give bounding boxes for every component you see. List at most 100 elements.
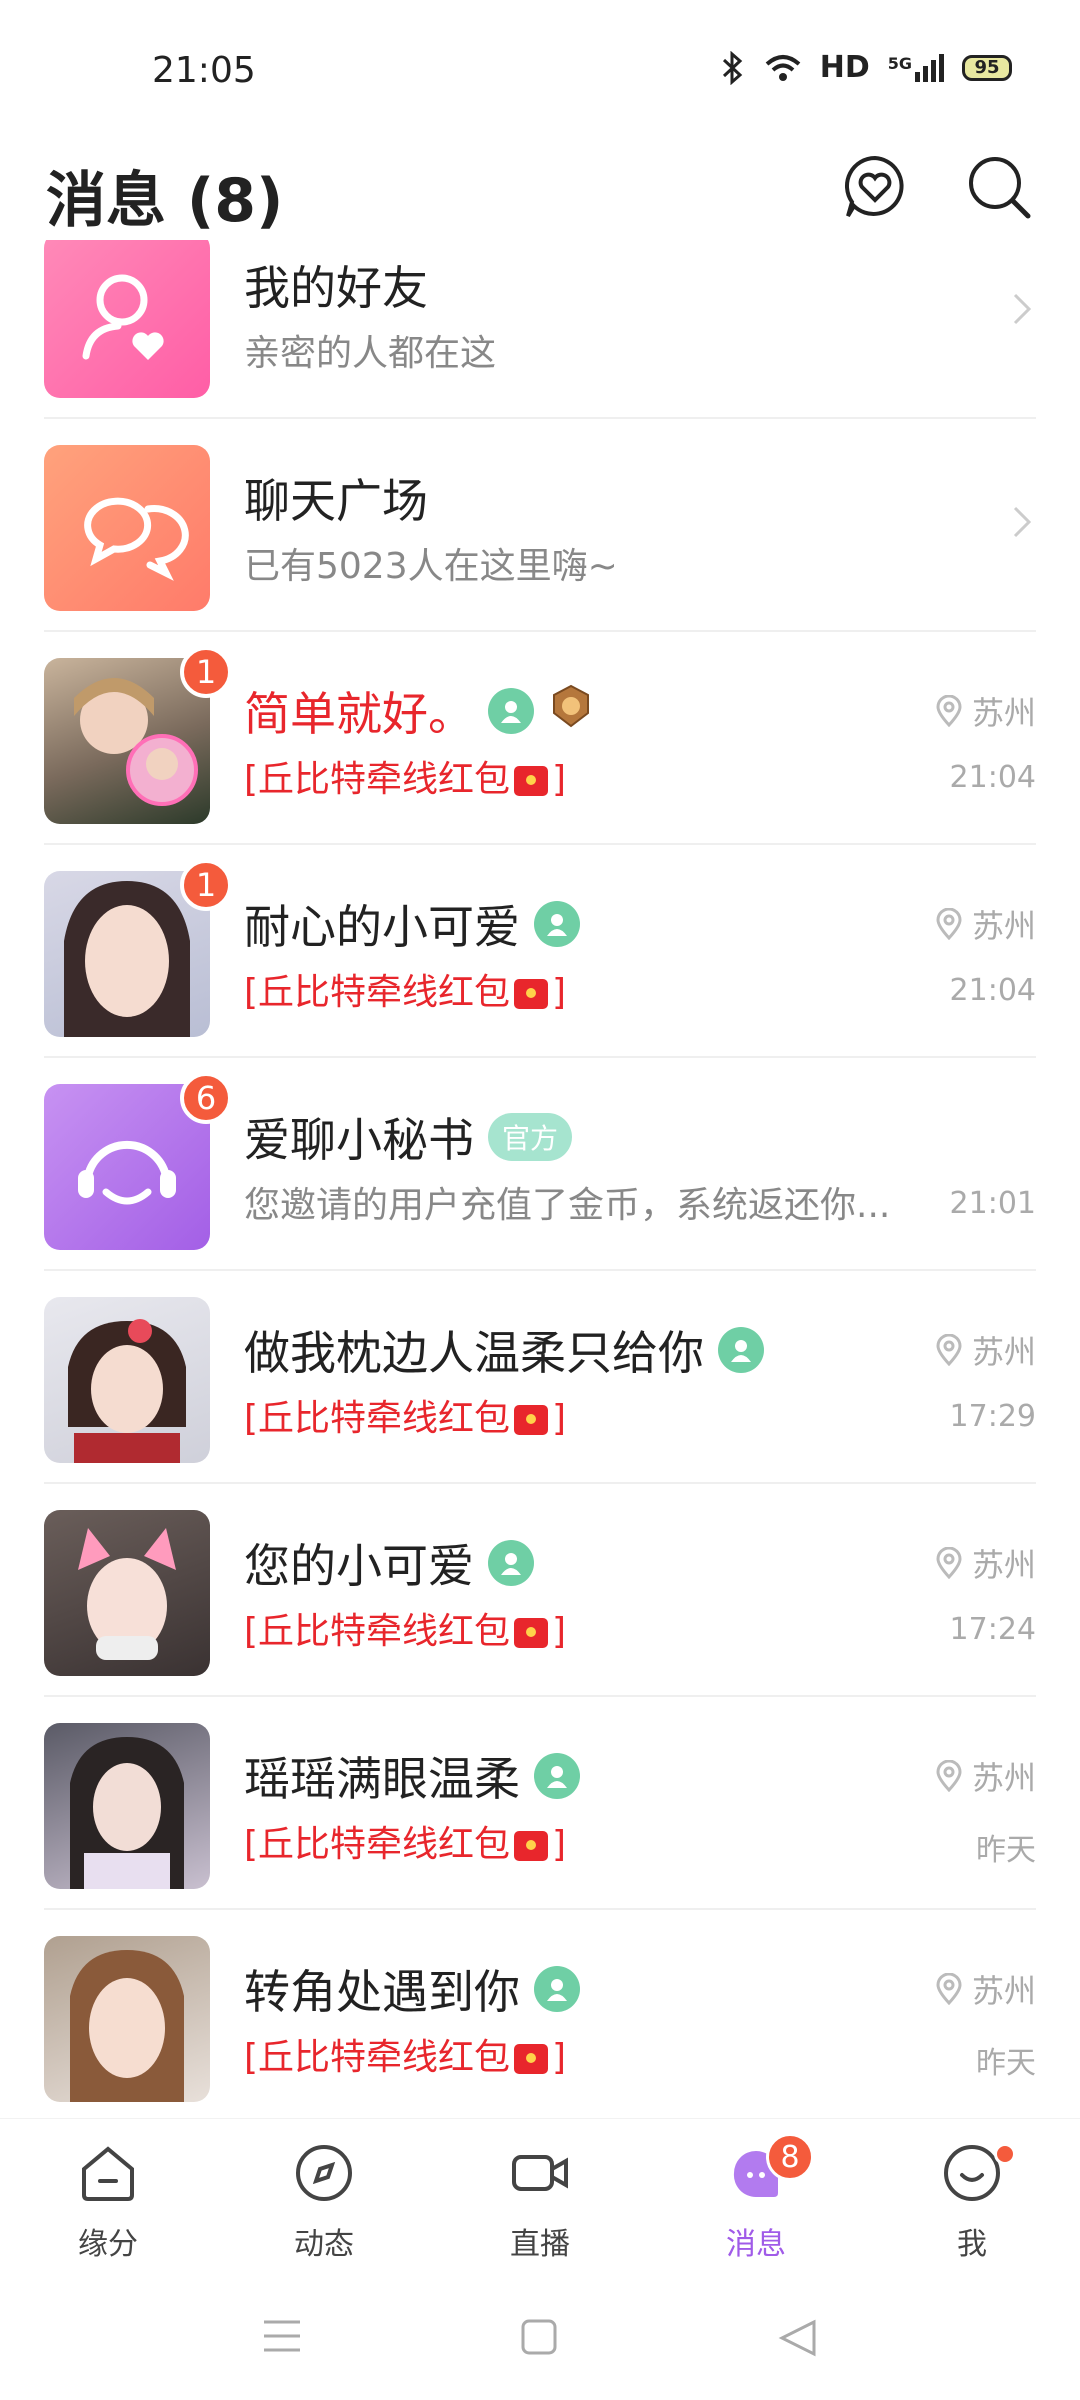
location: 苏州 (936, 688, 1036, 734)
preview-end: ] (552, 1824, 567, 1865)
preview-end: ] (552, 2037, 567, 2078)
friends-icon (44, 240, 210, 398)
location-pin-icon (936, 1973, 962, 2005)
search-button[interactable] (966, 154, 1032, 220)
timestamp: 21:04 (949, 760, 1036, 795)
chat-square-subtitle: 已有5023人在这里嗨~ (244, 546, 618, 587)
location-pin-icon (936, 695, 962, 727)
compass-icon (296, 2145, 352, 2201)
conversation-item[interactable]: 您的小可爱 [丘比特牵线红包] 苏州 17:24 (0, 1484, 1080, 1697)
timestamp: 21:01 (949, 1186, 1036, 1221)
conversation-item[interactable]: 6 爱聊小秘书 官方 您邀请的用户充值了金币，系统返还你... 21:01 (0, 1058, 1080, 1271)
conversation-name: 您的小可爱 (244, 1530, 534, 1596)
bluetooth-icon (722, 50, 742, 85)
signal-icon: 5G (887, 53, 944, 82)
bottom-tab-bar: 缘分 动态 直播 8 消息 我 (0, 2118, 1080, 2268)
tab-label: 动态 (294, 2227, 354, 2262)
conversation-name-text: 简单就好。 (244, 687, 474, 741)
preview-text: [丘比特牵线红包 (244, 1824, 511, 1865)
red-packet-icon (514, 1831, 549, 1861)
preview-end: ] (552, 1611, 567, 1652)
chat-square-entry[interactable]: 聊天广场 已有5023人在这里嗨~ (0, 419, 1080, 632)
tab-label: 直播 (510, 2227, 570, 2262)
location-text: 苏州 (971, 1759, 1036, 1797)
verified-icon (534, 1753, 580, 1799)
battery-icon: 95 (962, 54, 1012, 81)
home-icon (82, 2146, 134, 2201)
conversation-preview: [丘比特牵线红包] (244, 1815, 566, 1867)
timestamp: 17:24 (949, 1612, 1036, 1647)
conversation-name: 耐心的小可爱 (244, 891, 580, 957)
tab-fate[interactable]: 缘分 (48, 2141, 168, 2263)
conversation-name: 做我枕边人温柔只给你 (244, 1317, 764, 1383)
avatar (44, 1723, 210, 1889)
tab-label: 我 (957, 2227, 987, 2262)
system-nav-bar (0, 2268, 1080, 2400)
conversation-name: 转角处遇到你 (244, 1956, 580, 2022)
location-text: 苏州 (971, 907, 1036, 945)
avatar (44, 1510, 210, 1676)
video-icon (512, 2155, 568, 2191)
page-title: 消息 (8) (46, 166, 284, 236)
red-packet-icon (514, 2044, 549, 2074)
message-list[interactable]: 我的好友 亲密的人都在这 聊天广场 已有5023人在这里嗨~ 1 简单就好。 [… (0, 240, 1080, 2116)
conversation-name: 简单就好。 (244, 678, 594, 744)
chevron-right-icon (1013, 506, 1032, 538)
red-packet-icon (514, 1618, 549, 1648)
tab-live[interactable]: 直播 (480, 2141, 600, 2263)
preview-text: [丘比特牵线红包 (244, 972, 511, 1013)
back-icon[interactable] (778, 2318, 818, 2358)
conversation-name-text: 做我枕边人温柔只给你 (244, 1326, 704, 1380)
tab-me[interactable]: 我 (912, 2141, 1032, 2263)
conversation-item[interactable]: 1 简单就好。 [丘比特牵线红包] 苏州 21:04 (0, 632, 1080, 845)
chat-square-icon (44, 445, 210, 611)
search-icon (969, 157, 1031, 219)
verified-icon (534, 901, 580, 947)
heart-chat-icon (844, 155, 904, 218)
signal-type: 5G (887, 53, 912, 73)
red-packet-icon (514, 766, 549, 796)
heart-chat-button[interactable] (842, 154, 908, 220)
location: 苏州 (936, 1753, 1036, 1799)
red-packet-icon (514, 979, 549, 1009)
conversation-name-text: 瑶瑶满眼温柔 (244, 1752, 520, 1806)
rank-medal-icon (548, 683, 594, 740)
timestamp: 21:04 (949, 973, 1036, 1008)
menu-icon[interactable] (262, 2318, 302, 2354)
avatar (44, 1297, 210, 1463)
preview-end: ] (552, 1398, 567, 1439)
avatar (44, 1936, 210, 2102)
wifi-icon (765, 54, 801, 81)
location-pin-icon (936, 1760, 962, 1792)
friends-title: 我的好友 (244, 261, 428, 315)
location-pin-icon (936, 1334, 962, 1366)
conversation-item[interactable]: 做我枕边人温柔只给你 [丘比特牵线红包] 苏州 17:29 (0, 1271, 1080, 1484)
location: 苏州 (936, 1966, 1036, 2012)
tab-label: 消息 (726, 2227, 786, 2262)
chat-square-title: 聊天广场 (244, 474, 428, 528)
preview-end: ] (552, 972, 567, 1013)
location-text: 苏州 (971, 1546, 1036, 1584)
conversation-preview: [丘比特牵线红包] (244, 2028, 566, 2080)
notification-dot (994, 2143, 1016, 2165)
network-type: HD (819, 50, 870, 85)
conversation-preview: [丘比特牵线红包] (244, 963, 566, 1015)
tab-messages[interactable]: 8 消息 (696, 2133, 816, 2263)
friends-entry[interactable]: 我的好友 亲密的人都在这 (0, 240, 1080, 419)
timestamp: 昨天 (976, 1833, 1036, 1868)
conversation-preview: 您邀请的用户充值了金币，系统返还你... (244, 1185, 891, 1226)
conversation-item[interactable]: 1 耐心的小可爱 [丘比特牵线红包] 苏州 21:04 (0, 845, 1080, 1058)
conversation-item[interactable]: 瑶瑶满眼温柔 [丘比特牵线红包] 苏州 昨天 (0, 1697, 1080, 1910)
tab-label: 缘分 (78, 2227, 138, 2262)
conversation-item[interactable]: 转角处遇到你 [丘比特牵线红包] 苏州 昨天 (0, 1910, 1080, 2116)
status-bar: 21:05 HD 5G 95 (0, 0, 1080, 140)
official-tag: 官方 (488, 1113, 573, 1161)
conversation-preview: [丘比特牵线红包] (244, 750, 566, 802)
timestamp: 17:29 (949, 1399, 1036, 1434)
preview-text: [丘比特牵线红包 (244, 759, 511, 800)
timestamp: 昨天 (976, 2046, 1036, 2081)
conversation-name: 瑶瑶满眼温柔 (244, 1743, 580, 1809)
tab-moments[interactable]: 动态 (264, 2141, 384, 2263)
home-square-icon[interactable] (520, 2318, 558, 2356)
verified-icon (488, 1540, 534, 1586)
